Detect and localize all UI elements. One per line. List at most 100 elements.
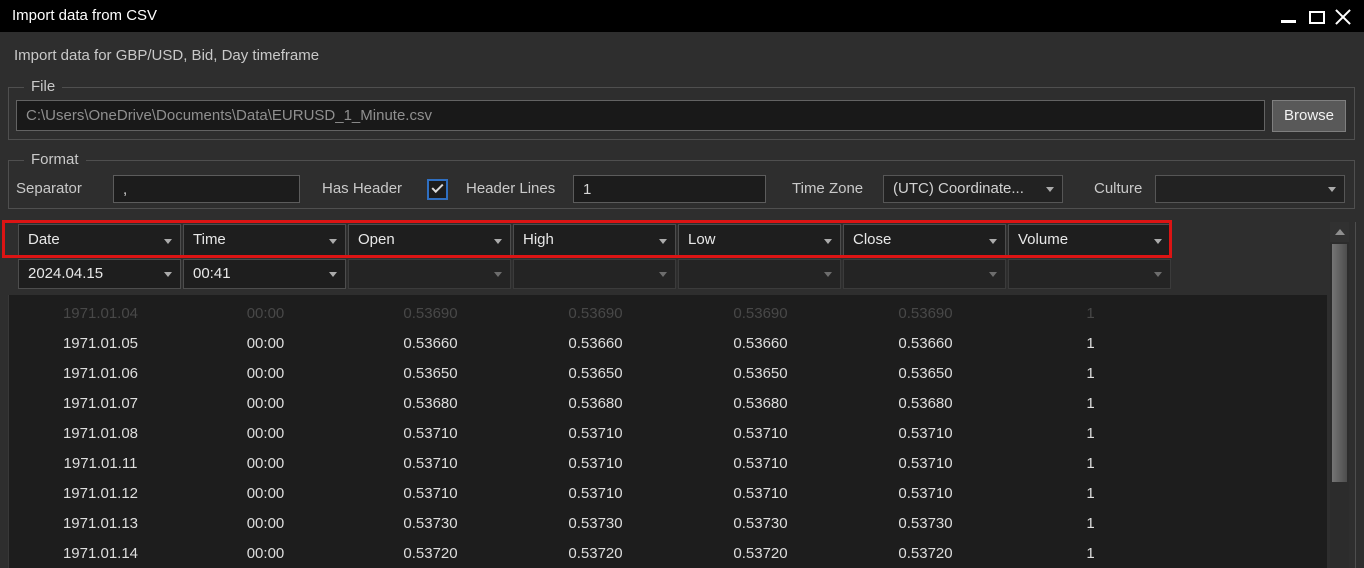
column-select-date[interactable]: Date: [18, 224, 181, 257]
column-select-value: Date: [28, 225, 158, 256]
chevron-down-icon: [659, 272, 667, 277]
column-select-value: Low: [688, 225, 818, 256]
cell-close: 0.53690: [844, 299, 1007, 329]
maximize-button[interactable]: [1304, 0, 1330, 30]
chevron-down-icon: [659, 239, 667, 244]
culture-value: [1165, 176, 1322, 202]
cell-low: 0.53680: [679, 389, 842, 419]
sample-select-low[interactable]: [678, 259, 841, 289]
cell-volume: 1: [1009, 389, 1172, 419]
cell-date: 1971.01.14: [19, 539, 182, 568]
sample-select-value: [523, 260, 653, 288]
separator-label: Separator: [16, 175, 82, 203]
browse-button[interactable]: Browse: [1272, 100, 1346, 132]
column-select-open[interactable]: Open: [348, 224, 511, 257]
format-groupbox-legend: Format: [24, 151, 86, 168]
cell-open: 0.53710: [349, 419, 512, 449]
sample-select-value: 2024.04.15: [28, 260, 158, 288]
cell-close: 0.53710: [844, 449, 1007, 479]
sample-select-value: 00:41: [193, 260, 323, 288]
cell-low: 0.53710: [679, 419, 842, 449]
separator-input[interactable]: [113, 175, 300, 203]
cell-close: 0.53660: [844, 329, 1007, 359]
chevron-down-icon: [329, 239, 337, 244]
chevron-down-icon: [989, 272, 997, 277]
sample-select-volume[interactable]: [1008, 259, 1171, 289]
cell-volume: 1: [1009, 329, 1172, 359]
cell-low: 0.53650: [679, 359, 842, 389]
check-icon: [431, 181, 443, 193]
import-csv-dialog: Import data from CSV Import data for GBP…: [0, 0, 1364, 568]
cell-close: 0.53710: [844, 419, 1007, 449]
cell-time: 00:00: [184, 509, 347, 539]
cell-high: 0.53730: [514, 509, 677, 539]
cell-open: 0.53660: [349, 329, 512, 359]
column-select-value: Close: [853, 225, 983, 256]
scroll-up-button[interactable]: [1330, 222, 1349, 242]
chevron-down-icon: [1154, 272, 1162, 277]
file-path-input[interactable]: [16, 100, 1265, 131]
table-row: 1971.01.0600:000.536500.536500.536500.53…: [9, 359, 1327, 389]
column-select-value: High: [523, 225, 653, 256]
table-row: 1971.01.0400:000.536900.536900.536900.53…: [9, 299, 1327, 329]
sample-select-date[interactable]: 2024.04.15: [18, 259, 181, 289]
cell-close: 0.53680: [844, 389, 1007, 419]
cell-open: 0.53710: [349, 449, 512, 479]
cell-volume: 1: [1009, 449, 1172, 479]
scrollbar-thumb[interactable]: [1332, 244, 1347, 482]
cell-volume: 1: [1009, 539, 1172, 568]
sample-select-value: [688, 260, 818, 288]
sample-select-value: [358, 260, 488, 288]
cell-date: 1971.01.11: [19, 449, 182, 479]
chevron-down-icon: [164, 239, 172, 244]
sample-select-value: [853, 260, 983, 288]
chevron-down-icon: [1046, 187, 1054, 192]
cell-date: 1971.01.04: [19, 299, 182, 329]
table-row: 1971.01.1400:000.537200.537200.537200.53…: [9, 539, 1327, 568]
minimize-icon: [1281, 20, 1296, 23]
vertical-scrollbar[interactable]: [1330, 222, 1349, 568]
cell-time: 00:00: [184, 389, 347, 419]
column-select-volume[interactable]: Volume: [1008, 224, 1171, 257]
cell-date: 1971.01.06: [19, 359, 182, 389]
header-lines-input[interactable]: [573, 175, 766, 203]
cell-date: 1971.01.07: [19, 389, 182, 419]
column-select-close[interactable]: Close: [843, 224, 1006, 257]
sample-select-value: [1018, 260, 1148, 288]
sample-select-open[interactable]: [348, 259, 511, 289]
chevron-down-icon: [494, 239, 502, 244]
cell-high: 0.53710: [514, 479, 677, 509]
cell-time: 00:00: [184, 299, 347, 329]
time-zone-label: Time Zone: [792, 175, 863, 203]
header-lines-label: Header Lines: [466, 175, 555, 203]
column-select-high[interactable]: High: [513, 224, 676, 257]
chevron-down-icon: [824, 272, 832, 277]
cell-high: 0.53710: [514, 419, 677, 449]
sample-select-time[interactable]: 00:41: [183, 259, 346, 289]
cell-time: 00:00: [184, 359, 347, 389]
column-select-value: Time: [193, 225, 323, 256]
has-header-checkbox[interactable]: [427, 179, 448, 200]
chevron-down-icon: [164, 272, 172, 277]
has-header-label: Has Header: [322, 175, 402, 203]
sample-select-close[interactable]: [843, 259, 1006, 289]
dialog-subtitle: Import data for GBP/USD, Bid, Day timefr…: [14, 47, 319, 64]
column-select-low[interactable]: Low: [678, 224, 841, 257]
cell-low: 0.53690: [679, 299, 842, 329]
column-select-time[interactable]: Time: [183, 224, 346, 257]
culture-label: Culture: [1094, 175, 1142, 203]
column-select-value: Volume: [1018, 225, 1148, 256]
file-groupbox-legend: File: [24, 78, 62, 95]
cell-open: 0.53720: [349, 539, 512, 568]
time-zone-select[interactable]: (UTC) Coordinate...: [883, 175, 1063, 203]
culture-select[interactable]: [1155, 175, 1345, 203]
table-row: 1971.01.0700:000.536800.536800.536800.53…: [9, 389, 1327, 419]
chevron-down-icon: [1154, 239, 1162, 244]
cell-time: 00:00: [184, 449, 347, 479]
window-title: Import data from CSV: [12, 0, 157, 32]
close-button[interactable]: [1330, 0, 1356, 30]
minimize-button[interactable]: [1276, 0, 1302, 30]
cell-open: 0.53730: [349, 509, 512, 539]
cell-time: 00:00: [184, 539, 347, 568]
sample-select-high[interactable]: [513, 259, 676, 289]
